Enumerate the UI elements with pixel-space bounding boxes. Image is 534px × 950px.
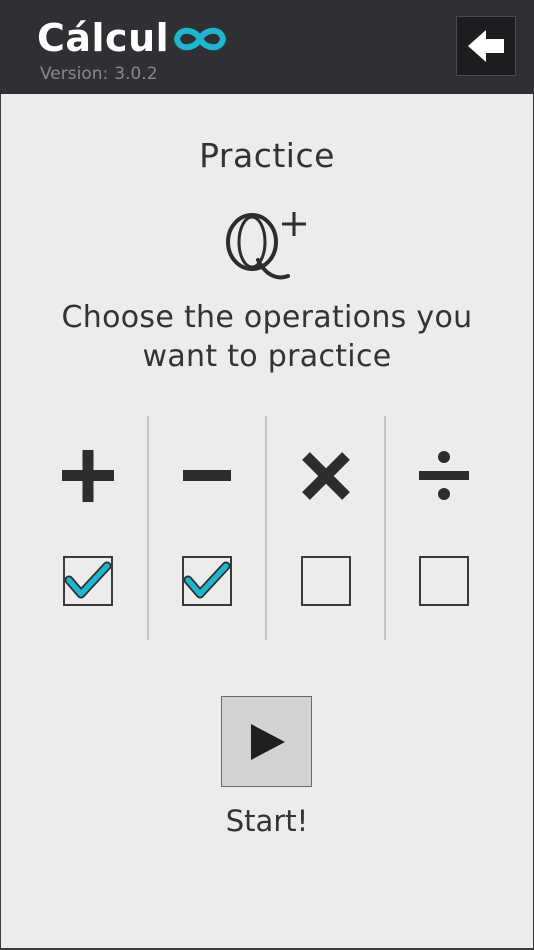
arrow-left-icon <box>468 30 504 62</box>
app-logo: Cálcul <box>37 12 229 64</box>
plus-icon <box>62 450 114 502</box>
app-name: Cálcul <box>37 16 170 60</box>
version-label: Version: <box>40 64 109 84</box>
multiplication-checkbox[interactable] <box>301 556 351 606</box>
checkmark-icon <box>184 561 230 599</box>
minus-icon <box>183 470 231 481</box>
divide-icon <box>419 451 469 500</box>
instructions-line-1: Choose the operations you <box>61 300 473 335</box>
start-label: Start! <box>225 804 309 838</box>
subtraction-checkbox[interactable] <box>182 556 232 606</box>
play-icon <box>250 723 285 760</box>
instructions-text: Choose the operations you want to practi… <box>0 298 534 376</box>
multiply-icon <box>302 452 350 500</box>
division-checkbox[interactable] <box>419 556 469 606</box>
column-divider <box>265 416 267 640</box>
column-divider <box>147 416 149 640</box>
app-header: Cálcul Version: 3.0.2 <box>0 0 534 94</box>
instructions-line-2: want to practice <box>142 339 392 374</box>
page-title: Practice <box>199 136 335 175</box>
q-plus-icon <box>226 212 306 280</box>
checkmark-icon <box>65 561 111 599</box>
addition-checkbox[interactable] <box>63 556 113 606</box>
version-info: Version: 3.0.2 <box>40 64 158 84</box>
column-divider <box>384 416 386 640</box>
start-button[interactable] <box>221 696 312 787</box>
version-number: 3.0.2 <box>114 64 158 84</box>
back-button[interactable] <box>456 16 516 76</box>
infinity-loop-icon <box>171 24 229 58</box>
